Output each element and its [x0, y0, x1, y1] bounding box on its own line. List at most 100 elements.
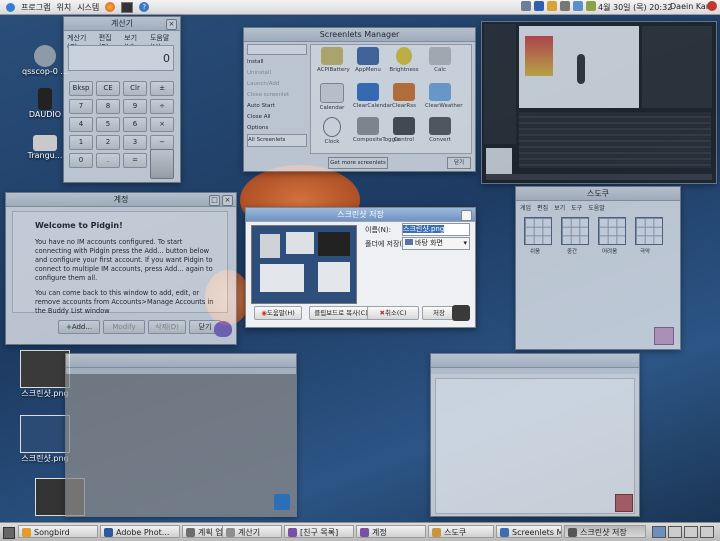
show-desktop-icon[interactable] [3, 527, 15, 539]
close-icon[interactable]: × [166, 19, 177, 30]
sudoku-puzzle-medium[interactable] [561, 217, 589, 245]
calc-key-equals[interactable]: = [123, 153, 147, 168]
calc-key-multiply[interactable]: × [150, 117, 174, 132]
workspace-1[interactable] [652, 526, 666, 538]
sudoku-menu-help[interactable]: 도움말 [588, 203, 605, 212]
screenlet-clearrss[interactable]: ClearRss [389, 83, 419, 109]
bluetooth-icon[interactable] [534, 1, 544, 11]
media-player-window[interactable] [481, 21, 717, 184]
screenlets-close[interactable]: Close screenlet [247, 90, 307, 101]
workspace-2[interactable] [668, 526, 682, 538]
add-account-button[interactable]: +Add... [58, 320, 100, 334]
screenlets-options[interactable]: Options [247, 123, 307, 134]
menu-places[interactable]: 위치 [56, 2, 71, 13]
screenlet-calc[interactable]: Calc [425, 47, 455, 73]
screenlet-calendar[interactable]: Calendar [317, 83, 347, 111]
modify-account-button[interactable]: Modify [103, 320, 145, 334]
calc-key-3[interactable]: 3 [123, 135, 147, 150]
player-controls[interactable] [486, 174, 712, 180]
taskbar-screenlets[interactable]: Screenlets M... [496, 525, 562, 538]
taskbar-screenshot[interactable]: 스크린샷 저장 [564, 525, 646, 538]
screenlets-search-input[interactable] [247, 44, 307, 55]
photoshop-titlebar[interactable] [66, 354, 296, 368]
volume-icon[interactable] [560, 1, 570, 11]
screenlets-manager-window[interactable]: Screenlets Manager Install Uninstall Lau… [243, 27, 476, 172]
blank-titlebar[interactable] [431, 354, 639, 368]
menu-system[interactable]: 시스템 [77, 2, 99, 13]
screenlets-filter-select[interactable]: All Screenlets [247, 134, 307, 147]
filename-input[interactable]: 스크린샷.png [402, 223, 470, 236]
shutdown-icon[interactable] [707, 1, 717, 11]
sudoku-window[interactable]: 스도쿠 게임 편집 보기 도구 도움말 쉬움 중간 어려움 극악 [515, 186, 681, 350]
calc-key-plusminus[interactable]: ± [150, 81, 174, 96]
get-more-screenlets-button[interactable]: Get more screenlets [328, 157, 388, 169]
clock[interactable]: 4월 30일 (목) 20:32 [598, 2, 672, 13]
close-icon[interactable]: × [222, 195, 233, 206]
sudoku-menu-game[interactable]: 게임 [520, 203, 531, 212]
blank-menubar[interactable] [431, 368, 639, 374]
calc-key-5[interactable]: 5 [96, 117, 120, 132]
track-list[interactable] [519, 112, 711, 168]
screenlet-appmenu[interactable]: AppMenu [353, 47, 383, 73]
notification-icon[interactable] [547, 1, 557, 11]
help-button[interactable]: ◉도움말(H) [254, 306, 302, 320]
screenlets-uninstall[interactable]: Uninstall [247, 68, 307, 79]
calculator-titlebar[interactable]: 계산기 × [64, 17, 180, 31]
calc-key-0[interactable]: 0 [69, 153, 93, 168]
blank-window[interactable] [430, 353, 640, 517]
taskbar-sudoku[interactable]: 스도쿠 [428, 525, 494, 538]
calc-key-4[interactable]: 4 [69, 117, 93, 132]
sudoku-puzzle-very-hard[interactable] [635, 217, 663, 245]
folder-select[interactable]: 바탕 화면 ▾ [402, 237, 470, 250]
cancel-button[interactable]: ✖취소(C) [367, 306, 419, 320]
screenlet-clearweather[interactable]: ClearWeather [425, 83, 463, 109]
mail-icon[interactable] [573, 1, 583, 11]
adobe-photoshop-window[interactable] [65, 353, 297, 517]
screenlets-autostart[interactable]: Auto Start [247, 101, 307, 112]
network-icon[interactable] [521, 1, 531, 11]
battery-icon[interactable] [586, 1, 596, 11]
calc-key-7[interactable]: 7 [69, 99, 93, 114]
screenlets-titlebar[interactable]: Screenlets Manager [244, 28, 475, 42]
sudoku-puzzle-easy[interactable] [524, 217, 552, 245]
screenlets-close-button[interactable]: 닫기 [447, 157, 471, 169]
calc-key-ce[interactable]: CE [96, 81, 120, 96]
screenlet-clearcalendar[interactable]: ClearCalendar [353, 83, 392, 109]
calc-key-minus[interactable]: − [150, 135, 174, 150]
calc-key-dot[interactable]: . [96, 153, 120, 168]
calc-key-clr[interactable]: Clr [123, 81, 147, 96]
maximize-icon[interactable]: □ [209, 195, 220, 206]
pidgin-accounts-window[interactable]: 계정 □ × Welcome to Pidgin! You have no IM… [5, 192, 237, 345]
workspace-3[interactable] [684, 526, 698, 538]
calc-key-6[interactable]: 6 [123, 117, 147, 132]
firefox-launcher-icon[interactable] [105, 2, 116, 12]
taskbar-calculator[interactable]: 계산기 [222, 525, 282, 538]
help-launcher-icon[interactable]: ? [139, 2, 150, 12]
sudoku-puzzle-hard[interactable] [598, 217, 626, 245]
calculator-window[interactable]: 계산기 × 계산기(C) 편집(E) 보기(V) 도움말(H) 0 Bksp C… [63, 16, 181, 183]
calc-key-8[interactable]: 8 [96, 99, 120, 114]
calc-key-divide[interactable]: ÷ [150, 99, 174, 114]
screenlet-control[interactable]: Control [389, 117, 419, 143]
terminal-launcher-icon[interactable] [121, 1, 134, 13]
sudoku-titlebar[interactable]: 스도쿠 [516, 187, 680, 201]
calc-key-2[interactable]: 2 [96, 135, 120, 150]
menu-applications[interactable]: 프로그램 [21, 2, 50, 13]
close-icon[interactable]: × [461, 210, 472, 221]
screenlet-compositetoggle[interactable]: CompositeToggle [353, 117, 400, 143]
screenlets-close-all[interactable]: Close All [247, 112, 307, 123]
screenlets-launch[interactable]: Launch/Add [247, 79, 307, 90]
screenlet-clock[interactable]: Clock [317, 117, 347, 145]
calc-key-1[interactable]: 1 [69, 135, 93, 150]
taskbar-buddy-list[interactable]: [친구 목록] [284, 525, 354, 538]
sudoku-menu-tools[interactable]: 도구 [571, 203, 582, 212]
taskbar-photoshop[interactable]: Adobe Phot... [100, 525, 180, 538]
screenlet-brightness[interactable]: Brightness [389, 47, 419, 73]
delete-account-button[interactable]: 삭제(D) [148, 320, 186, 334]
screenshot-titlebar[interactable]: 스크린샷 저장 × [246, 208, 475, 222]
screenshot-save-dialog[interactable]: 스크린샷 저장 × 이름(N): 스크린샷.png 폴더에 저장(F): 바탕 … [245, 207, 476, 328]
distro-logo-icon[interactable] [6, 2, 15, 12]
sudoku-menu-edit[interactable]: 편집 [537, 203, 548, 212]
save-button[interactable]: 저장 [422, 306, 456, 320]
copy-to-clipboard-button[interactable]: 클립보드로 복사(C) [309, 306, 373, 320]
